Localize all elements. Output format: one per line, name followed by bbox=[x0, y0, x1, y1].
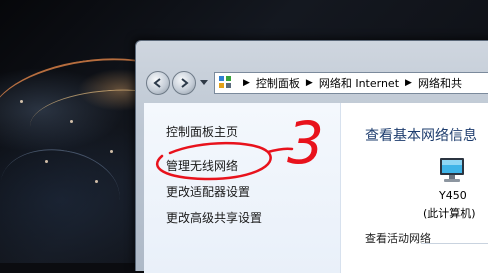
sidebar-item-change-advanced-sharing[interactable]: 更改高级共享设置 bbox=[166, 209, 262, 226]
forward-arrow-icon bbox=[181, 78, 189, 88]
recent-pages-dropdown[interactable] bbox=[200, 80, 208, 85]
control-panel-icon bbox=[219, 76, 233, 90]
breadcrumb-separator: ▶ bbox=[243, 78, 250, 88]
breadcrumb-network-internet[interactable]: 网络和 Internet bbox=[319, 75, 399, 91]
breadcrumb-separator[interactable]: ▶ bbox=[306, 78, 313, 88]
light-dot bbox=[70, 120, 73, 123]
computer-name: Y450 bbox=[439, 189, 467, 202]
section-divider bbox=[421, 243, 488, 244]
main-pane: 查看基本网络信息 Y450 (此计算机) 查看活动网络 bbox=[341, 103, 488, 273]
sidebar-item-change-adapter-settings[interactable]: 更改适配器设置 bbox=[166, 183, 250, 200]
navigation-bar: ▶ 控制面板 ▶ 网络和 Internet ▶ 网络和共 bbox=[144, 69, 488, 99]
light-dot bbox=[20, 100, 23, 103]
light-streak bbox=[0, 140, 127, 241]
control-panel-window: ▶ 控制面板 ▶ 网络和 Internet ▶ 网络和共 控制面板主页 管理无线… bbox=[135, 40, 488, 273]
sidebar-item-control-panel-home[interactable]: 控制面板主页 bbox=[166, 123, 238, 140]
tasks-pane: 控制面板主页 管理无线网络 更改适配器设置 更改高级共享设置 bbox=[144, 103, 341, 273]
breadcrumb-network-sharing[interactable]: 网络和共 bbox=[418, 75, 462, 91]
light-dot bbox=[45, 160, 48, 163]
page-title: 查看基本网络信息 bbox=[365, 128, 477, 144]
window-content: 控制面板主页 管理无线网络 更改适配器设置 更改高级共享设置 查看基本网络信息 … bbox=[144, 103, 488, 273]
sidebar-item-manage-wireless-networks[interactable]: 管理无线网络 bbox=[166, 157, 238, 174]
computer-monitor-icon[interactable] bbox=[437, 155, 467, 185]
computer-subtitle: (此计算机) bbox=[423, 207, 476, 220]
light-dot bbox=[110, 150, 113, 153]
address-bar[interactable]: ▶ 控制面板 ▶ 网络和 Internet ▶ 网络和共 bbox=[214, 72, 488, 94]
back-button[interactable] bbox=[146, 71, 170, 95]
breadcrumb-control-panel[interactable]: 控制面板 bbox=[256, 75, 300, 91]
light-dot bbox=[95, 180, 98, 183]
forward-button[interactable] bbox=[172, 71, 196, 95]
breadcrumb-separator[interactable]: ▶ bbox=[405, 78, 412, 88]
back-arrow-icon bbox=[153, 78, 161, 88]
